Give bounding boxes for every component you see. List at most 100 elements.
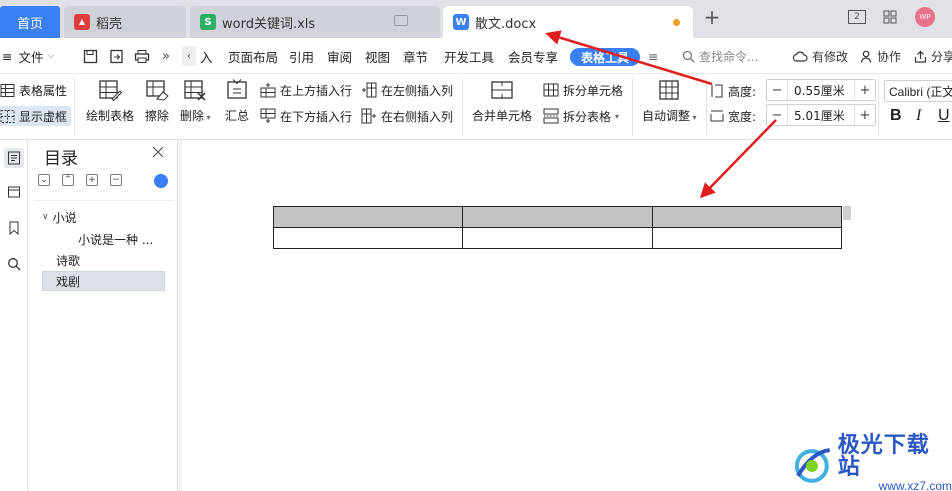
menu-member-label: 会员专享 [508, 49, 559, 65]
ai-assistant-icon[interactable] [154, 174, 168, 188]
table-cell[interactable] [272, 227, 464, 249]
chapter-nav-button[interactable] [4, 182, 24, 202]
table-cell[interactable] [462, 206, 653, 228]
menu-review-label: 审阅 [327, 49, 353, 65]
print-button[interactable] [132, 46, 152, 66]
italic-button[interactable]: I [916, 106, 921, 126]
dual-window-button[interactable]: 2 [846, 6, 868, 28]
insert-col-left-icon [362, 82, 377, 98]
col-width-text: 宽度: [728, 109, 757, 124]
table-cell[interactable] [651, 227, 843, 249]
menu-references[interactable]: 引用 [289, 38, 314, 74]
menu-review[interactable]: 审阅 [327, 38, 352, 74]
scroll-menu-left-button[interactable]: ‹ [182, 46, 196, 66]
grid-view-button[interactable] [880, 6, 900, 28]
split-cells-button[interactable]: 拆分单元格 [543, 80, 623, 100]
table-cell[interactable] [272, 206, 464, 228]
insert-col-right-button[interactable]: 在右侧插入列 [361, 106, 453, 126]
menu-file[interactable]: ≡ 文件 ⌵ [2, 38, 54, 74]
tab-spreadsheet[interactable]: S word关键词.xls [190, 6, 440, 38]
toc-item[interactable]: ∨ 小说 [42, 207, 77, 227]
tab-home[interactable]: 首页 [0, 6, 60, 38]
more-quick-tools-button[interactable]: » [156, 46, 176, 66]
increase-height-button[interactable]: + [855, 80, 875, 100]
watermark-text: 极光下载站 www.xz7.com [838, 435, 952, 491]
share-icon [914, 50, 927, 63]
menu-page-layout[interactable]: 页面布局 [228, 38, 278, 74]
decrease-height-button[interactable]: − [767, 80, 787, 100]
insert-row-below-button[interactable]: 在下方插入行 [260, 106, 352, 126]
table-properties-button[interactable]: 表格属性 [0, 80, 69, 100]
erase-button[interactable]: 擦除 [145, 78, 169, 124]
add-heading-icon[interactable]: + [86, 174, 98, 186]
toc-panel-button[interactable] [4, 148, 24, 168]
menu-more[interactable]: ≡ [648, 38, 658, 74]
document-table[interactable] [272, 206, 843, 249]
ribbon-separator [632, 78, 633, 136]
col-width-stepper[interactable]: − 5.01厘米 + [766, 104, 876, 126]
summary-icon [227, 79, 247, 99]
share-button[interactable]: 分享 [914, 38, 952, 74]
tab-document[interactable]: W 散文.docx [443, 6, 693, 38]
menu-bar: ≡ 文件 ⌵ » ‹ 入 页面布局 引用 审阅 视图 章节 开发工具 会员专享 … [0, 38, 952, 74]
menu-table-tools-label: 表格工具 [580, 50, 629, 65]
toc-item[interactable]: 诗歌 [56, 250, 80, 270]
toc-item-selected[interactable]: 戏剧 [42, 271, 165, 291]
split-table-dropdown[interactable]: 拆分表格 ▾ [543, 106, 619, 126]
bookmark-button[interactable] [4, 218, 24, 238]
side-rail [0, 140, 28, 491]
save-button[interactable] [80, 46, 100, 66]
increase-width-button[interactable]: + [855, 105, 875, 125]
collapse-all-icon[interactable]: ⌄ [38, 174, 50, 186]
menu-member[interactable]: 会员专享 [508, 38, 558, 74]
col-width-input[interactable]: 5.01厘米 [787, 105, 855, 125]
table-resize-handle[interactable] [843, 206, 851, 220]
menu-developer[interactable]: 开发工具 [444, 38, 494, 74]
table-cell[interactable] [462, 227, 653, 249]
font-name-select[interactable]: Calibri (正文 [884, 80, 952, 102]
find-button[interactable] [4, 254, 24, 274]
eraser-icon [146, 80, 169, 101]
changes-button[interactable]: 有修改 [792, 38, 848, 74]
merge-cells-button[interactable]: 合并单元格 [472, 78, 532, 124]
delete-dropdown[interactable]: 删除 ▾ [180, 78, 211, 124]
new-tab-button[interactable]: + [702, 5, 722, 29]
delete-text: 删除 [180, 109, 205, 123]
menu-view[interactable]: 视图 [365, 38, 390, 74]
insert-row-below-label: 在下方插入行 [280, 109, 353, 124]
draw-table-button[interactable]: 绘制表格 [86, 78, 134, 124]
avatar-button[interactable]: WP [914, 6, 936, 28]
autofit-dropdown[interactable]: 自动调整 ▾ [642, 78, 697, 124]
split-table-icon [543, 108, 559, 124]
command-search[interactable]: 查找命令... [682, 38, 758, 74]
row-height-input[interactable]: 0.55厘米 [787, 80, 855, 100]
save-icon [83, 49, 97, 63]
insert-col-left-button[interactable]: 在左侧插入列 [361, 80, 453, 100]
toc-item[interactable]: 小说是一种 ... [78, 229, 153, 249]
monitor-icon [394, 15, 408, 26]
bold-button[interactable]: B [890, 106, 902, 126]
expand-all-icon[interactable]: ⌃ [62, 174, 74, 186]
caret-down-icon: ▾ [204, 113, 211, 122]
collab-button[interactable]: 协作 [860, 38, 901, 74]
table-cell[interactable] [651, 206, 843, 228]
spreadsheet-icon: S [200, 14, 216, 30]
export-pdf-button[interactable] [106, 46, 126, 66]
underline-button[interactable]: U [938, 106, 950, 126]
chevron-down-icon: ⌵ [47, 51, 55, 61]
remove-heading-icon[interactable]: − [110, 174, 122, 186]
summary-button[interactable]: 汇总 [225, 78, 249, 124]
tab-docer[interactable]: 稻壳 [64, 6, 186, 38]
row-height-text: 高度: [728, 84, 757, 99]
show-grid-toggle[interactable]: 显示虚框 [0, 106, 72, 126]
decrease-width-button[interactable]: − [767, 105, 787, 125]
menu-insert[interactable]: 入 [200, 38, 213, 74]
docer-icon [74, 14, 90, 30]
row-height-stepper[interactable]: − 0.55厘米 + [766, 79, 876, 101]
menu-chapter[interactable]: 章节 [403, 38, 428, 74]
delete-table-icon [184, 80, 206, 101]
close-toc-button[interactable] [152, 146, 168, 162]
insert-row-above-button[interactable]: 在上方插入行 [260, 80, 352, 100]
show-grid-label: 显示虚框 [19, 109, 68, 124]
menu-table-tools[interactable]: 表格工具 [570, 48, 640, 66]
